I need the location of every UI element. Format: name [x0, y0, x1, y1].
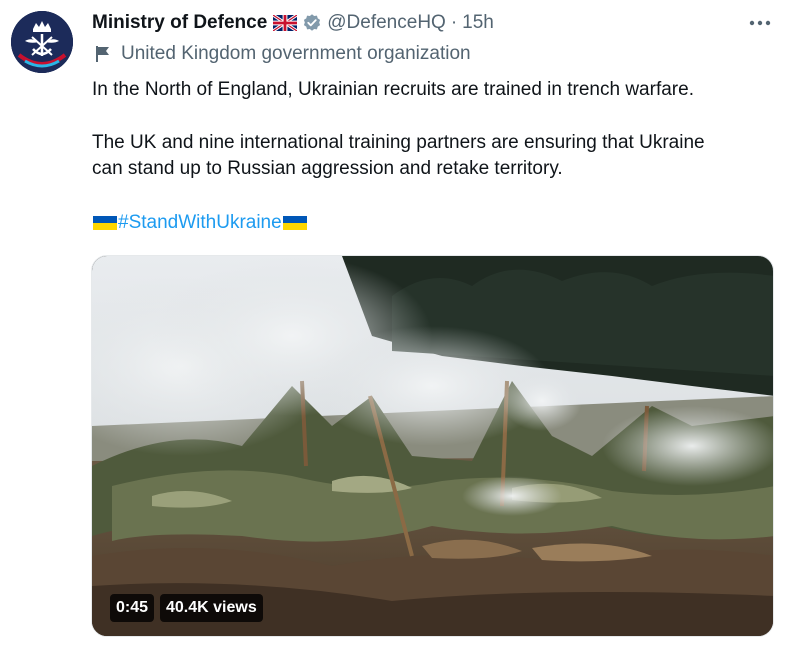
ukraine-flag-icon	[282, 214, 307, 232]
uk-flag-icon	[273, 15, 298, 31]
tweet-text-line-3: can stand up to Russian aggression and r…	[92, 158, 563, 179]
mod-crest-icon	[11, 11, 73, 73]
more-dots-icon	[749, 20, 771, 26]
video-thumbnail	[92, 256, 773, 636]
tweet-timestamp[interactable]: 15h	[462, 12, 494, 34]
affiliation-text: United Kingdom government organization	[121, 43, 471, 64]
tweet-header: Ministry of Defence @DefenceHQ · 15h	[92, 10, 769, 36]
tweet-text-line-2: The UK and nine international training p…	[92, 132, 705, 153]
avatar[interactable]	[11, 11, 73, 73]
flag-outline-icon	[95, 45, 111, 63]
tweet-card[interactable]: Ministry of Defence @DefenceHQ · 15h Uni…	[0, 0, 789, 647]
affiliation-label[interactable]: United Kingdom government organization	[95, 43, 471, 65]
author-name[interactable]: Ministry of Defence	[92, 12, 267, 34]
hashtag-link[interactable]: #StandWithUkraine	[118, 210, 282, 236]
ukraine-flag-icon	[93, 214, 117, 232]
more-options-button[interactable]	[747, 12, 773, 34]
tweet-text-line-1: In the North of England, Ukrainian recru…	[92, 79, 694, 100]
author-handle[interactable]: @DefenceHQ	[327, 12, 446, 34]
hashtag-line: #StandWithUkraine	[92, 210, 308, 236]
video-views-badge: 40.4K views	[160, 594, 263, 622]
video-duration-badge: 0:45	[110, 594, 155, 622]
separator-dot: ·	[450, 12, 458, 33]
video-player[interactable]	[91, 255, 774, 637]
verified-badge-icon[interactable]	[302, 13, 322, 33]
